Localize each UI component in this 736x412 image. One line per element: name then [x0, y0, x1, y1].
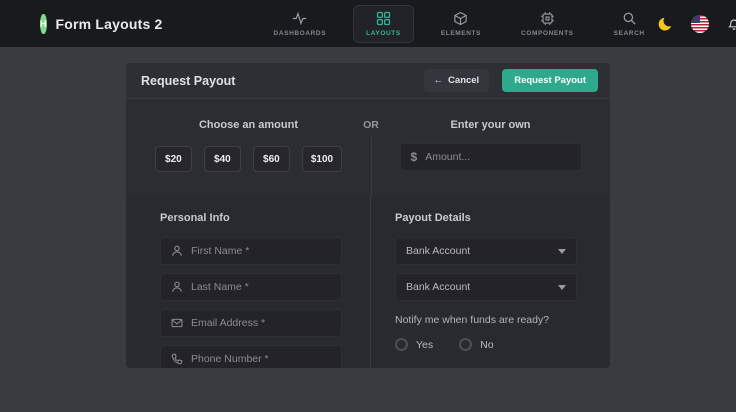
custom-amount-input[interactable] — [425, 151, 570, 163]
email-field[interactable] — [160, 309, 342, 337]
radio-circle-icon — [395, 338, 408, 351]
last-name-field[interactable] — [160, 273, 342, 301]
main-nav: DASHBOARDS LAYOUTS ELEMENTS — [261, 5, 658, 43]
nav-item-label: DASHBOARDS — [274, 30, 327, 37]
chevron-down-icon — [558, 249, 566, 254]
request-payout-card: Request Payout ← Cancel Request Payout C… — [126, 63, 610, 368]
request-payout-button[interactable]: Request Payout — [502, 69, 598, 92]
radio-circle-icon — [459, 338, 472, 351]
personal-info-column: Personal Info — [126, 195, 371, 368]
cancel-button-label: Cancel — [448, 75, 479, 86]
or-divider-label: OR — [361, 119, 381, 131]
cancel-button[interactable]: ← Cancel — [424, 69, 490, 92]
nav-item-label: COMPONENTS — [521, 30, 574, 37]
radio-yes[interactable]: Yes — [395, 338, 433, 351]
nav-item-label: ELEMENTS — [441, 30, 481, 37]
bank-account-select-2[interactable]: Bank Account — [395, 273, 577, 301]
choose-amount-heading: Choose an amount — [199, 119, 298, 131]
theme-toggle-button[interactable] — [658, 16, 674, 32]
nav-item-layouts[interactable]: LAYOUTS — [353, 5, 414, 43]
payout-details-heading: Payout Details — [395, 212, 577, 224]
page-title: Form Layouts 2 — [56, 16, 163, 32]
amount-preset-100[interactable]: $100 — [302, 146, 342, 172]
context-avatar[interactable]: H — [40, 14, 47, 34]
phone-icon — [171, 353, 183, 365]
card-actions: ← Cancel Request Payout — [424, 69, 598, 92]
first-name-field[interactable] — [160, 237, 342, 265]
person-icon — [171, 281, 183, 293]
amount-presets: $20 $40 $60 $100 — [155, 146, 342, 172]
email-input[interactable] — [191, 317, 331, 329]
nav-item-label: SEARCH — [614, 30, 645, 37]
back-arrow-icon: ← — [434, 75, 444, 86]
payout-details-column: Payout Details Bank Account Bank Account… — [371, 195, 610, 368]
last-name-input[interactable] — [191, 281, 331, 293]
radio-no-label: No — [480, 339, 493, 351]
select-value: Bank Account — [406, 281, 470, 293]
amount-preset-60[interactable]: $60 — [253, 146, 290, 172]
language-selector-button[interactable] — [691, 15, 709, 33]
person-icon — [171, 245, 183, 257]
phone-input[interactable] — [191, 353, 331, 365]
nav-item-components[interactable]: COMPONENTS — [508, 5, 587, 43]
phone-field[interactable] — [160, 345, 342, 368]
nav-item-search[interactable]: SEARCH — [601, 5, 658, 43]
amount-preset-40[interactable]: $40 — [204, 146, 241, 172]
amount-preset-20[interactable]: $20 — [155, 146, 192, 172]
chevron-down-icon — [558, 285, 566, 290]
search-icon — [622, 11, 637, 26]
activity-icon — [292, 11, 307, 26]
us-flag-icon — [691, 15, 709, 33]
personal-info-heading: Personal Info — [160, 212, 342, 224]
nav-item-label: LAYOUTS — [366, 30, 401, 37]
topbar-actions — [658, 11, 736, 36]
form-section: Personal Info — [126, 195, 610, 368]
moon-icon — [658, 16, 674, 32]
notify-radio-group: Yes No — [395, 338, 577, 351]
grid-icon — [376, 11, 391, 26]
cube-icon — [453, 11, 468, 26]
choose-amount-group: Choose an amount $20 $40 $60 $100 — [126, 99, 371, 195]
cpu-icon — [540, 11, 555, 26]
first-name-input[interactable] — [191, 245, 331, 257]
enter-your-own-heading: Enter your own — [450, 119, 530, 131]
custom-amount-field[interactable]: $ — [400, 143, 582, 171]
bank-account-select-1[interactable]: Bank Account — [395, 237, 577, 265]
notifications-button[interactable] — [726, 16, 736, 32]
radio-yes-label: Yes — [416, 339, 433, 351]
card-title: Request Payout — [141, 74, 235, 88]
nav-item-elements[interactable]: ELEMENTS — [428, 5, 494, 43]
select-value: Bank Account — [406, 245, 470, 257]
email-icon — [171, 317, 183, 329]
top-navbar: H Form Layouts 2 DASHBOARDS LAYOUTS E — [0, 0, 736, 47]
amount-section: Choose an amount $20 $40 $60 $100 OR Ent… — [126, 99, 610, 195]
card-header: Request Payout ← Cancel Request Payout — [126, 63, 610, 99]
enter-your-own-group: Enter your own $ — [371, 99, 610, 195]
radio-no[interactable]: No — [459, 338, 493, 351]
nav-item-dashboards[interactable]: DASHBOARDS — [261, 5, 340, 43]
dollar-icon: $ — [411, 150, 418, 164]
notify-question: Notify me when funds are ready? — [395, 314, 577, 326]
bell-icon — [726, 16, 736, 32]
